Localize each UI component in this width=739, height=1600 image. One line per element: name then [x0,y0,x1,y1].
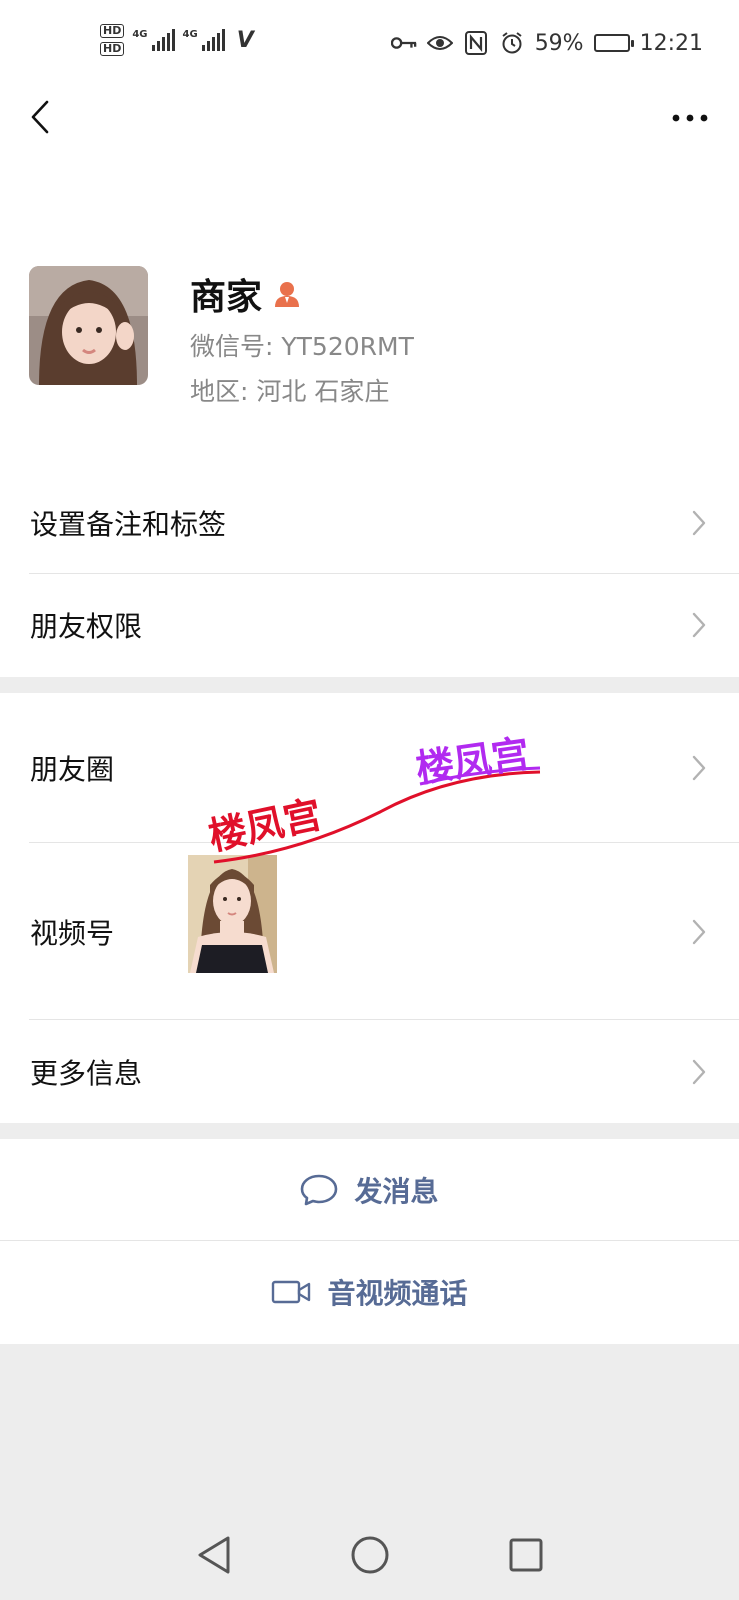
row-remarks-tags[interactable]: 设置备注和标签 [0,472,739,574]
circle-home-icon [351,1536,388,1574]
signal-icon-2: 4G [183,29,225,51]
status-bar: HD HD 4G 4G V 59% 12:21 [0,0,739,92]
row-channels[interactable]: 视频号 [0,843,739,1020]
row-moments-label: 朋友圈 [30,753,115,786]
row-more-info[interactable]: 更多信息 [0,1020,739,1123]
wechat-id: 微信号: YT520RMT [190,332,414,361]
settings-section: 设置备注和标签 朋友权限 [0,472,739,677]
profile-header: 商家 微信号: YT520RMT 地区: 河北 石家庄 [0,92,739,472]
row-more-info-label: 更多信息 [30,1056,143,1090]
chevron-right-icon [692,612,706,638]
chevron-right-icon [692,510,706,536]
social-section: 朋友圈 视频号 更多信息 [0,693,739,1123]
av-call-button[interactable]: 音视频通话 [0,1241,739,1343]
profile-name-row: 商家 [190,268,302,320]
send-message-label: 发消息 [354,1175,439,1208]
nav-recents-button[interactable] [503,1532,549,1578]
clock-time: 12:21 [639,30,703,56]
battery-icon [593,34,634,52]
status-left: HD HD 4G 4G V [100,24,254,56]
system-nav-bar [0,1510,739,1600]
alarm-icon [499,30,525,56]
channels-thumbnail[interactable] [188,855,277,973]
chevron-right-icon [692,919,706,944]
network-type-1: 4G [132,29,148,40]
battery-percent: 59% [534,30,584,56]
av-call-label: 音视频通话 [327,1277,468,1310]
network-type-2: 4G [182,29,198,40]
video-camera-icon [272,1280,311,1304]
signal-icon-1: 4G [132,29,175,51]
chevron-right-icon [692,1059,706,1084]
row-moments[interactable]: 朋友圈 [0,693,739,843]
chevron-right-icon [692,755,706,781]
triangle-back-icon [198,1536,229,1574]
row-friend-permissions[interactable]: 朋友权限 [0,574,739,676]
hd-badge-1: HD [100,24,125,38]
chevron-left-icon [31,100,49,134]
region: 地区: 河北 石家庄 [190,377,390,406]
more-options-button[interactable] [665,100,715,136]
profile-name: 商家 [190,277,263,318]
status-right: 59% 12:21 [390,30,703,56]
row-friend-permissions-label: 朋友权限 [30,610,143,643]
square-recents-icon [509,1538,542,1572]
hd-badge-2: HD [100,42,125,56]
back-button[interactable] [20,92,60,142]
eye-icon [426,30,453,56]
more-dots-icon [672,114,708,122]
row-remarks-tags-label: 设置备注和标签 [30,508,227,541]
key-icon [390,30,417,56]
actions-section: 发消息 音视频通话 [0,1139,739,1344]
chat-bubble-icon [301,1174,338,1206]
avatar[interactable] [29,266,148,385]
nav-back-button[interactable] [191,1532,237,1578]
nfc-icon [463,30,489,56]
vpn-icon: V [236,27,254,53]
send-message-button[interactable]: 发消息 [0,1139,739,1241]
nav-home-button[interactable] [347,1532,393,1578]
row-channels-label: 视频号 [30,916,115,950]
business-badge-icon [275,282,300,307]
